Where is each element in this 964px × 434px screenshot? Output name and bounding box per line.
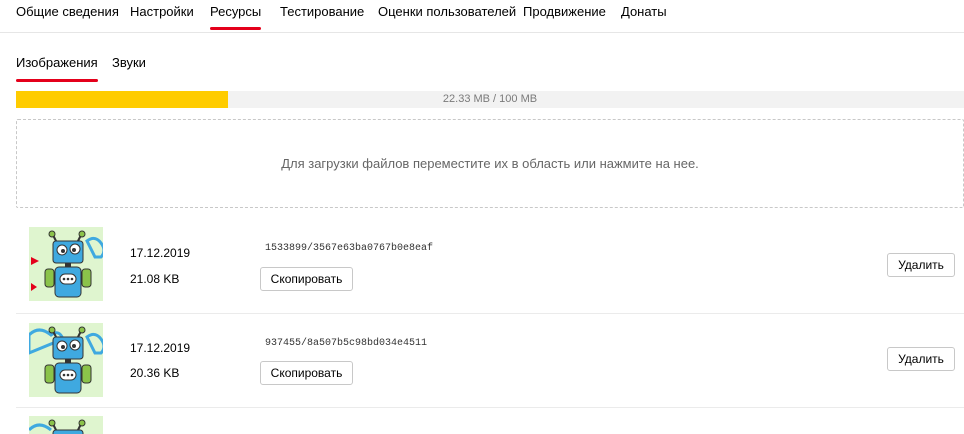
tab-user-ratings[interactable]: Оценки пользователей	[378, 4, 516, 19]
delete-button[interactable]: Удалить	[887, 253, 955, 277]
file-date: 17.12.2019	[130, 341, 191, 355]
file-row: 17.12.2019 20.36 KB 937455/8a507b5c98bd0…	[16, 313, 964, 408]
storage-usage-bar: 22.33 MB / 100 MB	[16, 91, 964, 108]
robot-image-thumbnail	[29, 227, 103, 301]
delete-button[interactable]: Удалить	[887, 347, 955, 371]
file-size: 20.36 KB	[130, 366, 180, 380]
tab-resources[interactable]: Ресурсы	[210, 4, 262, 30]
copy-button[interactable]: Скопировать	[260, 267, 353, 291]
top-navigation: Общие сведения Настройки Ресурсы Тестиро…	[0, 0, 964, 33]
robot-image-thumbnail	[29, 323, 103, 397]
tab-testing[interactable]: Тестирование	[280, 4, 364, 19]
tab-settings[interactable]: Настройки	[130, 4, 194, 19]
tab-sounds[interactable]: Звуки	[112, 55, 146, 70]
tab-images[interactable]: Изображения	[16, 55, 98, 82]
robot-image-thumbnail	[29, 416, 103, 434]
copy-button[interactable]: Скопировать	[260, 361, 353, 385]
upload-dropzone[interactable]: Для загрузки файлов переместите их в обл…	[16, 119, 964, 208]
file-row	[16, 408, 964, 434]
file-path: 937455/8a507b5c98bd034e4511	[265, 338, 428, 349]
tab-general-info[interactable]: Общие сведения	[16, 4, 119, 19]
file-size: 21.08 KB	[130, 272, 180, 286]
file-date: 17.12.2019	[130, 246, 191, 260]
tab-promotion[interactable]: Продвижение	[523, 4, 606, 19]
tab-donations[interactable]: Донаты	[621, 4, 667, 19]
storage-usage-label: 22.33 MB / 100 MB	[442, 93, 538, 105]
file-row: 17.12.2019 21.08 KB 1533899/3567e63ba076…	[16, 219, 964, 314]
file-path: 1533899/3567e63ba0767b0e8eaf	[265, 243, 434, 254]
dropzone-message: Для загрузки файлов переместите их в обл…	[281, 156, 699, 171]
